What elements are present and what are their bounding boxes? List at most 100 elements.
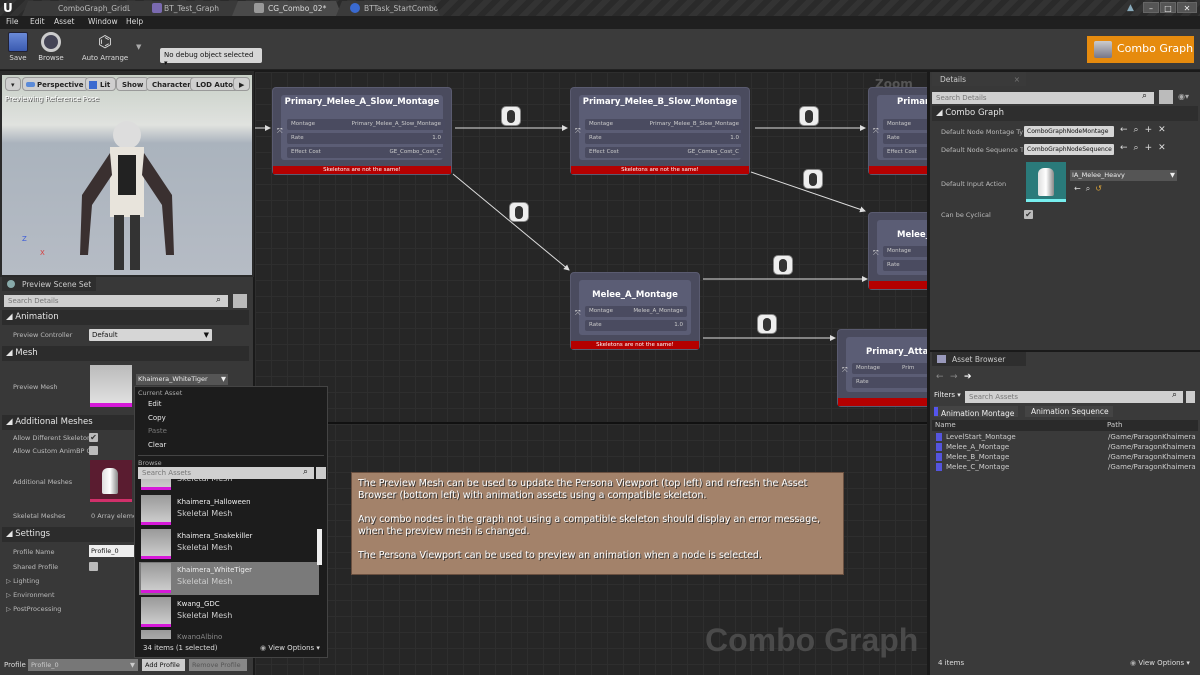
filter-chip-animation-sequence[interactable]: Animation Sequence bbox=[1025, 406, 1113, 417]
node-pin-icon[interactable]: ⤧ bbox=[873, 249, 879, 258]
user-filter-icon[interactable] bbox=[1186, 391, 1195, 403]
node-pin-icon[interactable]: ⤧ bbox=[575, 309, 581, 318]
table-row[interactable]: Melee_C_Montage/Game/ParagonKhaimera bbox=[936, 463, 1198, 473]
browse-icon[interactable]: ⌕ bbox=[1134, 125, 1145, 135]
node-pin-icon[interactable]: ⤧ bbox=[575, 127, 581, 136]
tab-bttask-startcombograph[interactable]: BTTask_StartComboGraph bbox=[336, 1, 440, 16]
details-search-input[interactable]: Search Details bbox=[932, 92, 1154, 104]
show-button[interactable]: Show bbox=[116, 77, 150, 91]
save-button[interactable]: Save bbox=[6, 32, 30, 62]
details-search-input[interactable]: Search Details bbox=[4, 295, 228, 307]
minimize-button[interactable]: – bbox=[1143, 2, 1159, 13]
preview-mesh-thumbnail[interactable] bbox=[90, 365, 132, 407]
browse-button[interactable]: Browse bbox=[36, 32, 66, 62]
lighting-group[interactable]: ▷ Lighting bbox=[6, 577, 39, 585]
combo-node[interactable]: Melee_ ⤧ Montage Rate bbox=[868, 212, 927, 290]
input-mouse-icon[interactable] bbox=[803, 169, 823, 189]
environment-group[interactable]: ▷ Environment bbox=[6, 591, 55, 599]
tab-preview-scene-set[interactable]: Preview Scene Set bbox=[2, 277, 96, 291]
combo-node[interactable]: Melee_A_Montage ⤧ Montage Melee_A_Montage… bbox=[570, 272, 700, 350]
filter-chip-animation-montage[interactable]: Animation Montage bbox=[934, 406, 1019, 418]
asset-search-input[interactable]: Search Assets bbox=[965, 391, 1183, 403]
list-item[interactable]: Khaimera_Halloween Skeletal Mesh bbox=[139, 494, 319, 527]
maximize-button[interactable]: □ bbox=[1160, 2, 1176, 13]
clear-icon[interactable]: ✕ bbox=[1158, 143, 1172, 153]
table-row[interactable]: Melee_B_Montage/Game/ParagonKhaimera bbox=[936, 453, 1198, 463]
tab-cg-combo-02[interactable]: CG_Combo_02* bbox=[232, 1, 342, 16]
use-selected-icon[interactable]: ← bbox=[1120, 125, 1134, 135]
auto-arrange-button[interactable]: ⌬ Auto Arrange bbox=[80, 32, 130, 62]
profile-select[interactable]: Profile_0 ▼ bbox=[28, 659, 138, 671]
debug-object-select[interactable]: No debug object selected ▾ bbox=[160, 48, 262, 67]
combo-node[interactable]: Primary_Melee_A_Slow_Montage ⤧ Montage Pr… bbox=[272, 87, 452, 175]
clear-icon[interactable]: ✕ bbox=[1158, 125, 1172, 135]
node-pin-icon[interactable]: ⤧ bbox=[873, 127, 879, 136]
list-item[interactable]: Kwang_GDC Skeletal Mesh bbox=[139, 596, 319, 629]
combo-node[interactable]: Primary_Melee_B_Slow_Montage ⤧ Montage Pr… bbox=[570, 87, 750, 175]
tab-details[interactable]: Details × bbox=[932, 72, 1026, 86]
postprocessing-group[interactable]: ▷ PostProcessing bbox=[6, 605, 61, 613]
view-options-button[interactable]: ◉ View Options ▾ bbox=[1130, 659, 1190, 667]
filters-button[interactable]: Filters ▾ bbox=[934, 391, 961, 399]
table-row[interactable]: LevelStart_Montage/Game/ParagonKhaimera bbox=[936, 433, 1198, 443]
nav-sync-icon[interactable]: ➔ bbox=[964, 372, 972, 382]
menu-edit[interactable]: Edit bbox=[30, 17, 45, 26]
persona-viewport[interactable]: ▾ Perspective Lit Show Character LOD Aut… bbox=[2, 75, 252, 275]
copy-menu-item[interactable]: Copy bbox=[148, 414, 166, 422]
add-icon[interactable]: + bbox=[1145, 143, 1159, 153]
allow-custom-animbp-checkbox[interactable] bbox=[89, 446, 98, 455]
visibility-eye-icon[interactable]: ◉▾ bbox=[1178, 92, 1189, 101]
allow-different-skeleton-checkbox[interactable]: ✔ bbox=[89, 433, 98, 442]
user-filter-icon[interactable] bbox=[316, 467, 326, 479]
comment-note[interactable]: The Preview Mesh can be used to update t… bbox=[351, 472, 844, 575]
shared-profile-checkbox[interactable] bbox=[89, 562, 98, 571]
list-item[interactable]: Khaimera_Snakekiller Skeletal Mesh bbox=[139, 528, 319, 561]
list-item[interactable]: Skeletal Mesh bbox=[139, 479, 319, 492]
additional-meshes-thumbnail[interactable] bbox=[90, 460, 132, 502]
view-grid-button[interactable] bbox=[233, 294, 247, 308]
add-profile-button[interactable]: Add Profile bbox=[142, 659, 185, 671]
nav-forward-icon[interactable]: → bbox=[950, 372, 958, 382]
input-mouse-icon[interactable] bbox=[757, 314, 777, 334]
category-mesh[interactable]: ◢ Mesh bbox=[2, 346, 249, 361]
view-grid-button[interactable] bbox=[1159, 90, 1173, 104]
viewport-menu-button[interactable]: ▾ bbox=[5, 77, 21, 91]
picker-search-input[interactable]: Search Assets bbox=[138, 467, 314, 479]
close-button[interactable]: ✕ bbox=[1177, 2, 1197, 13]
view-options-button[interactable]: ◉ View Options ▾ bbox=[260, 644, 320, 652]
category-animation[interactable]: ◢ Animation bbox=[2, 310, 249, 325]
profile-name-input[interactable]: Profile_0 bbox=[89, 545, 135, 557]
preview-controller-select[interactable]: Default ▼ bbox=[89, 329, 212, 341]
combo-graph-mode-button[interactable]: Combo Graph bbox=[1087, 36, 1194, 63]
sequence-type-select[interactable]: ComboGraphNodeSequence bbox=[1024, 144, 1114, 155]
combo-node[interactable]: Primary ⤧ Montage Rate Effect Cost bbox=[868, 87, 927, 175]
nav-back-icon[interactable]: ← bbox=[936, 372, 944, 382]
picker-scrollbar[interactable] bbox=[317, 529, 322, 565]
edit-menu-item[interactable]: Edit bbox=[148, 400, 162, 408]
picker-list[interactable]: Skeletal Mesh Khaimera_HalloweenSkeletal… bbox=[135, 479, 321, 639]
column-path[interactable]: Path bbox=[1107, 421, 1122, 429]
input-action-thumbnail[interactable] bbox=[1026, 162, 1066, 202]
use-selected-icon[interactable]: ← bbox=[1120, 143, 1134, 153]
tab-asset-browser[interactable]: Asset Browser bbox=[932, 352, 1026, 366]
cyclical-checkbox[interactable]: ✔ bbox=[1024, 210, 1033, 219]
node-pin-icon[interactable]: ⤧ bbox=[842, 366, 848, 375]
add-icon[interactable]: + bbox=[1145, 125, 1159, 135]
lod-button[interactable]: LOD Auto bbox=[190, 77, 239, 91]
menu-window[interactable]: Window bbox=[88, 17, 118, 26]
table-row[interactable]: Melee_A_Montage/Game/ParagonKhaimera bbox=[936, 443, 1198, 453]
input-mouse-icon[interactable] bbox=[799, 106, 819, 126]
input-mouse-icon[interactable] bbox=[773, 255, 793, 275]
preview-mesh-select[interactable]: Khaimera_WhiteTiger ▼ bbox=[136, 374, 228, 385]
graph-canvas[interactable]: Zoom -2 Primary_Melee_A_Slow_Montage ⤧ M… bbox=[255, 72, 927, 675]
combo-node[interactable]: Primary_Attack ⤧ MontagePrim Rate bbox=[837, 329, 927, 407]
column-name[interactable]: Name bbox=[935, 421, 956, 429]
browse-icon[interactable]: ⌕ bbox=[1134, 143, 1145, 153]
remove-profile-button[interactable]: Remove Profile bbox=[189, 659, 247, 671]
reset-icon[interactable]: ↺ bbox=[1095, 184, 1107, 193]
browse-icon[interactable]: ⌕ bbox=[1086, 184, 1095, 193]
menu-file[interactable]: File bbox=[6, 17, 19, 26]
input-mouse-icon[interactable] bbox=[509, 202, 529, 222]
list-item[interactable]: KwangAlbino bbox=[139, 629, 319, 639]
play-button[interactable]: ▶ bbox=[233, 77, 251, 91]
